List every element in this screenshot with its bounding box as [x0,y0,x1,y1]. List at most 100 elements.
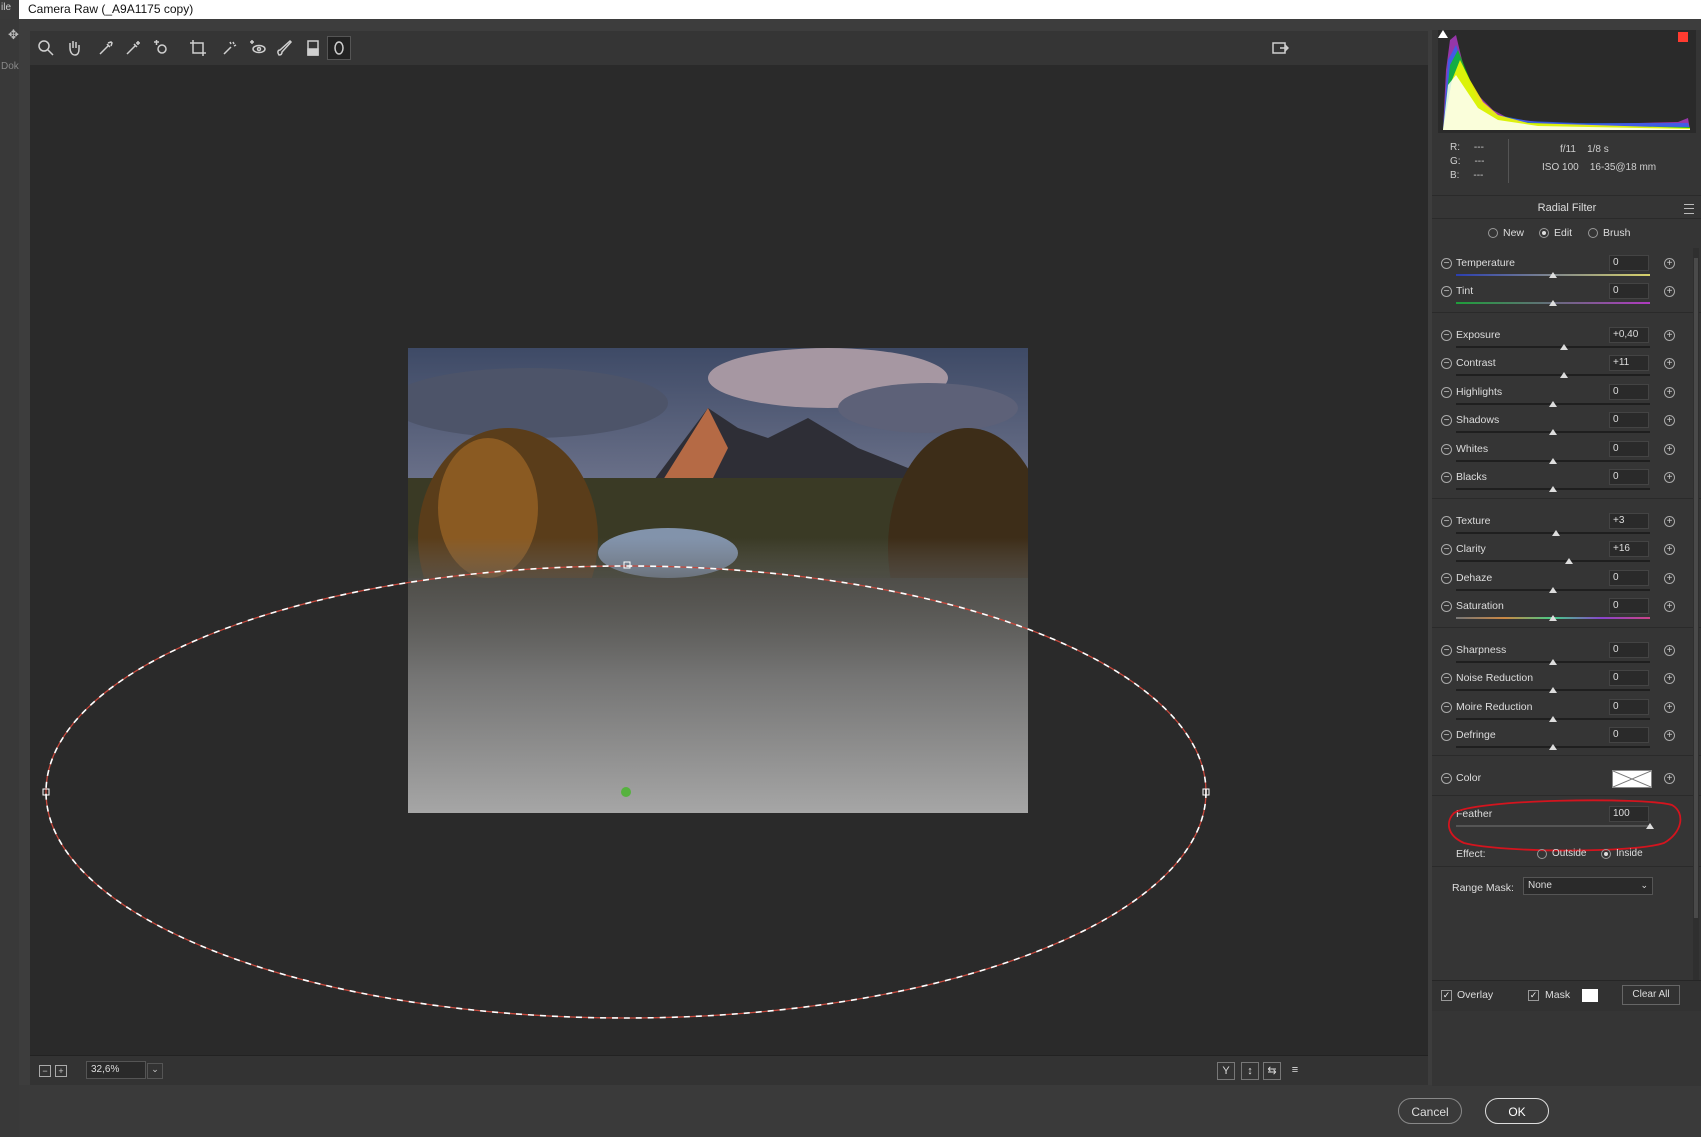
zoom-in-button[interactable]: + [55,1065,67,1077]
plus-icon[interactable]: + [1664,472,1675,483]
plus-icon[interactable]: + [1664,702,1675,713]
slider-value[interactable]: 0 [1609,699,1649,715]
slider-value[interactable]: 0 [1609,570,1649,586]
crop-icon[interactable] [186,36,210,60]
slider-thumb[interactable] [1551,530,1560,536]
minus-icon[interactable]: − [1441,673,1452,684]
white-balance-icon[interactable] [94,36,118,60]
color-swatch[interactable] [1612,770,1652,788]
cancel-button[interactable]: Cancel [1398,1098,1462,1124]
plus-icon[interactable]: + [1664,358,1675,369]
clear-all-button[interactable]: Clear All [1622,985,1680,1005]
preview-preferences-icon[interactable]: ≡ [1286,1062,1304,1080]
highlight-clipping-icon[interactable] [1678,32,1688,42]
panel-menu-icon[interactable] [1684,204,1694,214]
plus-icon[interactable]: + [1664,258,1675,269]
slider-thumb[interactable] [1549,744,1557,750]
slider-thumb[interactable] [1549,458,1557,464]
slider-value[interactable]: 0 [1609,441,1649,457]
radio-outside[interactable] [1537,848,1547,859]
minus-icon[interactable]: − [1441,444,1452,455]
slider-thumb[interactable] [1559,344,1568,350]
slider-value[interactable]: +3 [1609,513,1649,529]
targeted-adjustment-icon[interactable] [149,36,173,60]
hand-icon[interactable] [62,36,86,60]
shadow-clipping-icon[interactable] [1438,30,1448,38]
minus-icon[interactable]: − [1441,472,1452,483]
minus-icon[interactable]: − [1441,286,1452,297]
minus-icon[interactable]: − [1441,544,1452,555]
minus-icon[interactable]: − [1441,573,1452,584]
before-after-toggle-icon[interactable]: Y [1217,1062,1235,1080]
minus-icon[interactable]: − [1441,258,1452,269]
slider-value[interactable]: 0 [1609,469,1649,485]
plus-icon[interactable]: + [1664,573,1675,584]
image-canvas[interactable] [30,65,1428,1055]
minus-icon[interactable]: − [1441,387,1452,398]
color-sampler-icon[interactable] [121,36,145,60]
plus-icon[interactable]: + [1664,730,1675,741]
slider-value[interactable]: 0 [1609,255,1649,271]
slider-thumb[interactable] [1549,615,1557,621]
mode-edit[interactable]: Edit [1539,227,1572,239]
slider-track[interactable] [1456,374,1650,376]
minus-icon[interactable]: − [1441,645,1452,656]
adjustment-brush-icon[interactable] [273,36,297,60]
slider-value[interactable]: 0 [1609,642,1649,658]
plus-icon[interactable]: + [1664,286,1675,297]
slider-value[interactable]: 0 [1609,384,1649,400]
plus-icon[interactable]: + [1664,645,1675,656]
copy-settings-icon[interactable]: ⇆ [1263,1062,1281,1080]
minus-icon[interactable]: − [1441,601,1452,612]
slider-value[interactable]: 0 [1609,670,1649,686]
slider-thumb[interactable] [1549,486,1557,492]
radio-brush[interactable] [1588,228,1598,238]
swap-settings-icon[interactable]: ↕ [1241,1062,1259,1080]
slider-thumb[interactable] [1549,272,1557,278]
slider-thumb[interactable] [1559,372,1568,378]
plus-icon[interactable]: + [1664,330,1675,341]
slider-value[interactable]: 0 [1609,727,1649,743]
ok-button[interactable]: OK [1485,1098,1549,1124]
slider-thumb[interactable] [1549,716,1557,722]
mask-color-swatch[interactable] [1582,989,1598,1002]
effect-inside[interactable]: Inside [1601,848,1643,859]
plus-icon[interactable]: + [1664,387,1675,398]
plus-icon[interactable]: + [1664,773,1675,784]
slider-thumb[interactable] [1564,558,1573,564]
range-mask-select[interactable]: None ⌄ [1523,877,1653,895]
slider-thumb[interactable] [1549,429,1557,435]
spot-removal-icon[interactable] [218,36,242,60]
slider-value[interactable]: 0 [1609,283,1649,299]
minus-icon[interactable]: − [1441,730,1452,741]
overlay-checkbox[interactable]: ✓ [1441,990,1452,1001]
graduated-filter-icon[interactable] [301,36,325,60]
minus-icon[interactable]: − [1441,415,1452,426]
plus-icon[interactable]: + [1664,544,1675,555]
slider-thumb[interactable] [1549,401,1557,407]
mask-checkbox[interactable]: ✓ [1528,990,1539,1001]
radial-center-pin[interactable] [621,787,631,797]
minus-icon[interactable]: − [1441,358,1452,369]
plus-icon[interactable]: + [1664,601,1675,612]
slider-value[interactable]: 0 [1609,598,1649,614]
scrollbar-thumb[interactable] [1694,258,1698,918]
effect-outside[interactable]: Outside [1537,848,1586,859]
radio-inside[interactable] [1601,848,1611,859]
radial-handle-top[interactable] [623,561,631,569]
zoom-icon[interactable] [34,36,58,60]
radio-edit[interactable] [1539,228,1549,238]
open-preferences-icon[interactable] [1268,36,1292,60]
mode-brush[interactable]: Brush [1588,227,1630,239]
mode-new[interactable]: New [1488,227,1524,239]
minus-icon[interactable]: − [1441,330,1452,341]
slider-value[interactable]: +0,40 [1609,327,1649,343]
minus-icon[interactable]: − [1441,516,1452,527]
slider-thumb[interactable] [1549,587,1557,593]
minus-icon[interactable]: − [1441,702,1452,713]
radio-new[interactable] [1488,228,1498,238]
slider-thumb[interactable] [1549,659,1557,665]
panel-scrollbar[interactable] [1693,248,1699,988]
plus-icon[interactable]: + [1664,415,1675,426]
plus-icon[interactable]: + [1664,516,1675,527]
